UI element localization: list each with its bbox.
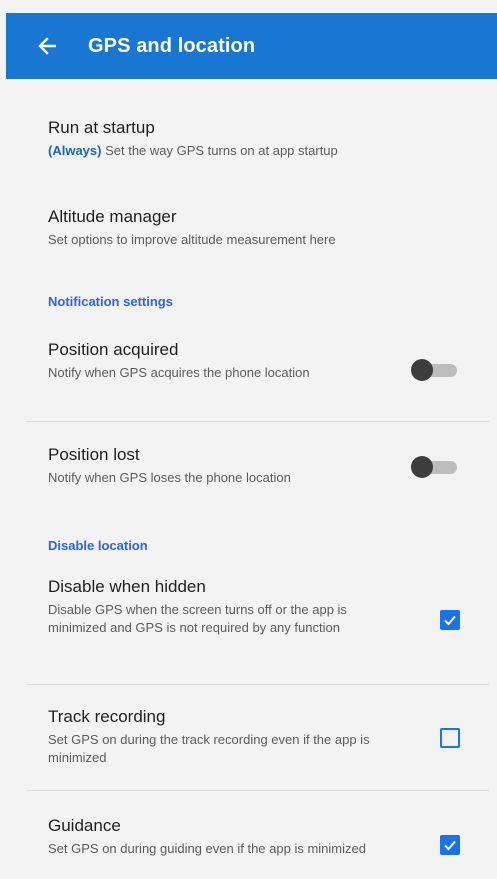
pref-altitude-manager[interactable]: Altitude manager Set options to improve … — [48, 206, 488, 249]
pref-title: Position lost — [48, 445, 140, 464]
pref-title: Track recording — [48, 707, 166, 726]
track-recording-checkbox[interactable] — [440, 728, 460, 748]
pref-summary: (Always) Set the way GPS turns on at app… — [48, 142, 488, 160]
summary-text: Set the way GPS turns on at app startup — [101, 143, 338, 158]
pref-guidance[interactable]: Guidance Set GPS on during guiding even … — [48, 815, 408, 858]
pref-position-lost[interactable]: Position lost Notify when GPS loses the … — [48, 444, 388, 487]
back-button[interactable] — [24, 13, 70, 79]
app-bar: GPS and location — [6, 13, 497, 79]
check-icon — [444, 840, 456, 851]
pref-summary: Disable GPS when the screen turns off or… — [48, 602, 347, 635]
pref-position-acquired[interactable]: Position acquired Notify when GPS acquir… — [48, 339, 378, 382]
pref-summary: Set options to improve altitude measurem… — [48, 232, 336, 247]
check-icon — [444, 615, 456, 626]
position-acquired-switch[interactable] — [411, 359, 459, 381]
pref-title: Position acquired — [48, 340, 179, 359]
divider — [27, 790, 489, 791]
pref-disable-when-hidden[interactable]: Disable when hidden Disable GPS when the… — [48, 576, 408, 637]
pref-run-at-startup[interactable]: Run at startup (Always) Set the way GPS … — [48, 117, 488, 160]
section-header-notification: Notification settings — [48, 294, 173, 309]
pref-title: Run at startup — [48, 118, 155, 137]
pref-title: Altitude manager — [48, 207, 177, 226]
arrow-left-icon — [38, 37, 56, 55]
pref-title: Disable when hidden — [48, 577, 206, 596]
page-title: GPS and location — [88, 34, 256, 57]
pref-summary: Set GPS on during guiding even if the ap… — [48, 841, 366, 856]
current-value: (Always) — [48, 143, 102, 158]
section-header-disable-location: Disable location — [48, 538, 148, 553]
switch-thumb — [411, 456, 433, 478]
settings-screen: GPS and location Run at startup (Always)… — [0, 0, 497, 879]
divider — [27, 684, 489, 685]
pref-summary: Notify when GPS loses the phone location — [48, 470, 291, 485]
guidance-checkbox[interactable] — [440, 835, 460, 855]
divider — [27, 421, 489, 422]
disable-when-hidden-checkbox[interactable] — [440, 610, 460, 630]
pref-summary: Notify when GPS acquires the phone locat… — [48, 365, 310, 380]
pref-summary: Set GPS on during the track recording ev… — [48, 732, 370, 765]
pref-title: Guidance — [48, 816, 121, 835]
switch-thumb — [411, 359, 433, 381]
position-lost-switch[interactable] — [411, 456, 459, 478]
pref-track-recording[interactable]: Track recording Set GPS on during the tr… — [48, 706, 398, 767]
